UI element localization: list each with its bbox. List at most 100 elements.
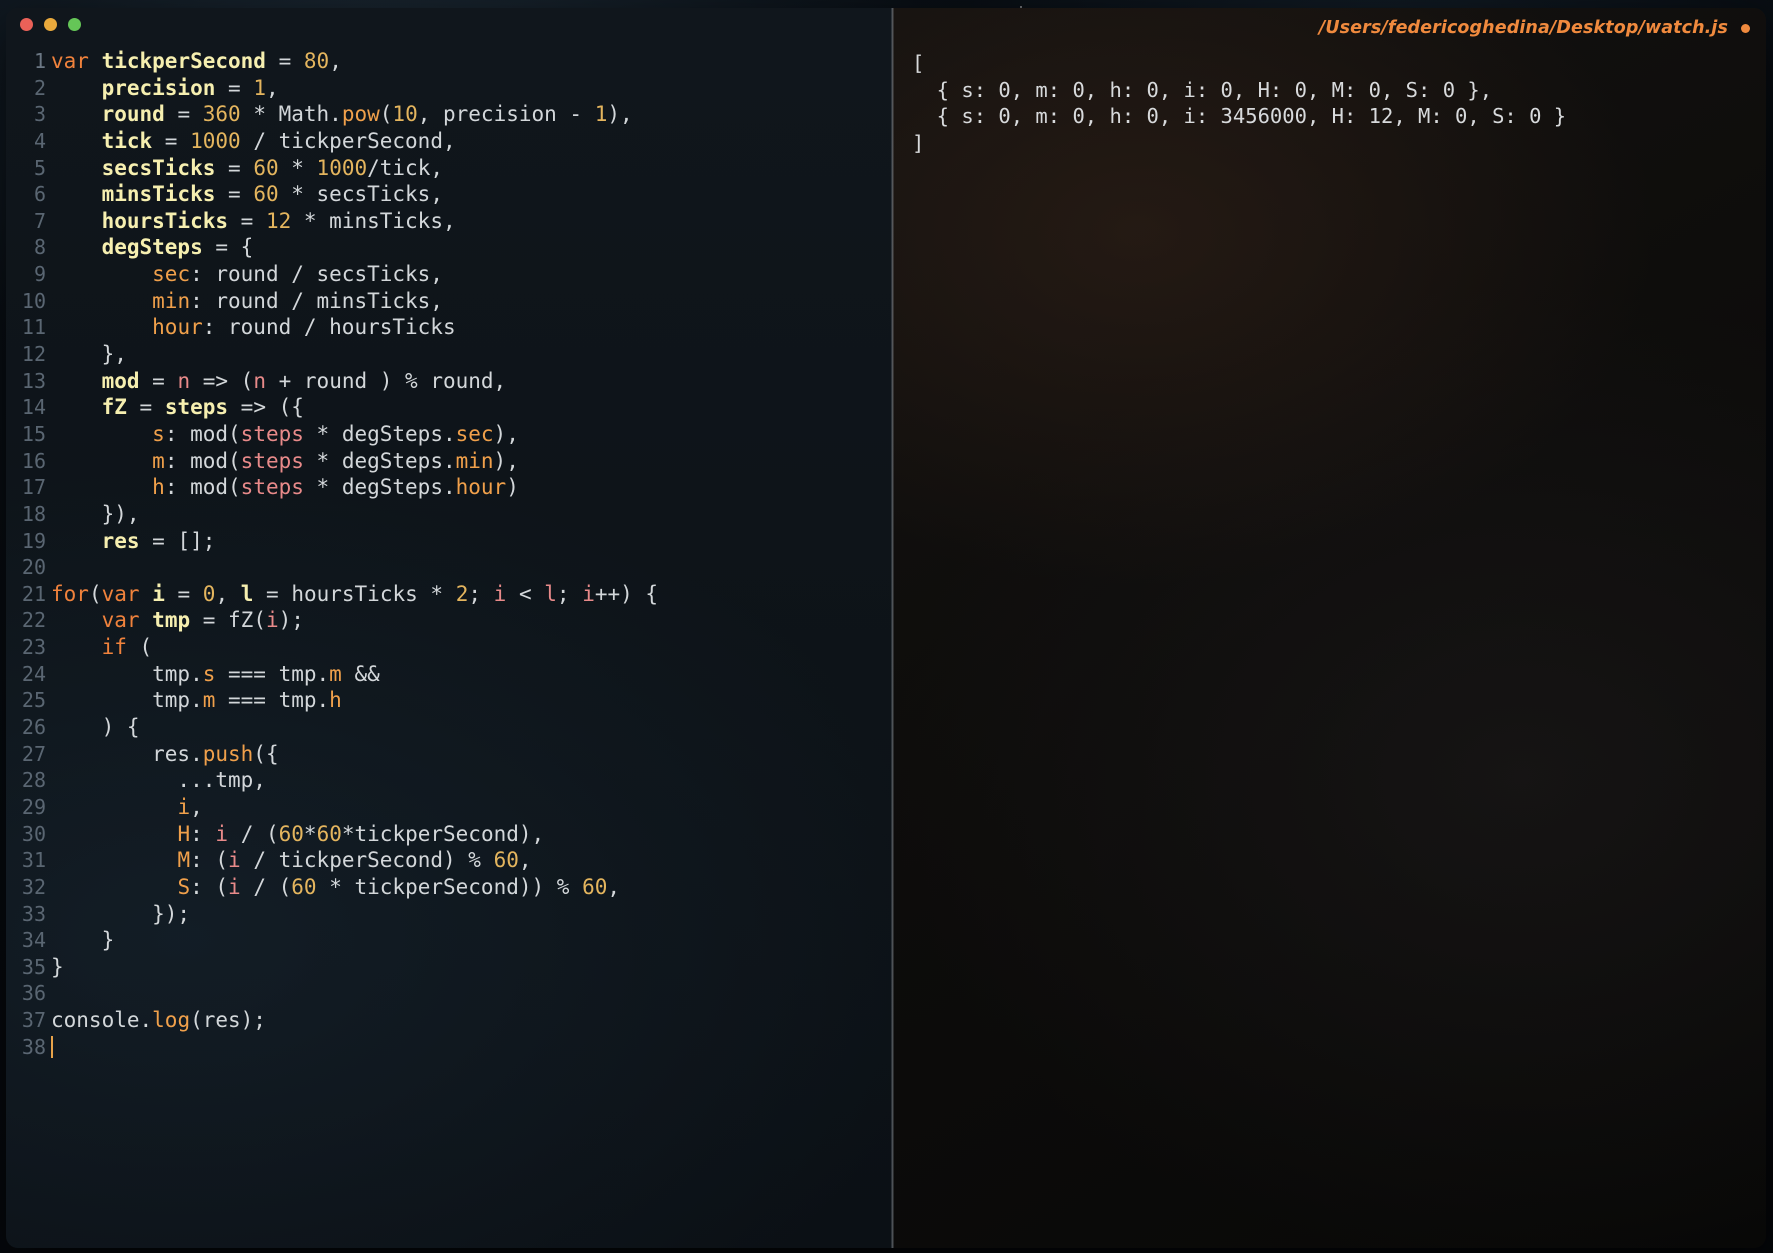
code-token: 12 [265, 208, 292, 233]
code-line-text: tmp.s === tmp.m && [46, 661, 892, 688]
code-token: i [228, 874, 241, 899]
code-line[interactable]: 21 for(var i = 0, l = hoursTicks * 2; i <… [6, 581, 892, 608]
code-line[interactable]: 12 }, [6, 341, 892, 368]
code-line[interactable]: 37 console.log(res); [6, 1007, 892, 1034]
code-line[interactable]: 38 [6, 1034, 892, 1061]
code-token: ); [278, 608, 304, 633]
code-line-text: precision = 1, [46, 75, 892, 102]
code-line[interactable]: 27 res.push({ [6, 741, 892, 768]
code-token: : mod( [164, 475, 241, 500]
code-line[interactable]: 6 minsTicks = 60 * secsTicks, [6, 181, 892, 208]
code-line-text: hour: round / hoursTicks [46, 314, 892, 341]
code-token: 360 [202, 102, 241, 127]
line-number: 38 [21, 1034, 46, 1059]
zoom-button[interactable] [68, 18, 81, 31]
code-line-text: console.log(res); [46, 1007, 892, 1034]
code-line-text: res.push({ [46, 741, 892, 768]
code-token: * tickperSecond)) % [316, 874, 583, 899]
code-line[interactable]: 30 H: i / (60*60*tickperSecond), [6, 821, 892, 848]
close-button[interactable] [20, 18, 33, 31]
code-line[interactable]: 28 ...tmp, [6, 767, 892, 794]
unsaved-changes-dot[interactable] [1741, 23, 1750, 33]
code-line[interactable]: 16 m: mod(steps * degSteps.min), [6, 448, 892, 475]
code-token: === tmp. [215, 688, 330, 713]
code-line[interactable]: 7 hoursTicks = 12 * minsTicks, [6, 208, 892, 235]
code-token: degSteps [101, 235, 203, 260]
line-number: 26 [21, 715, 46, 740]
code-line[interactable]: 24 tmp.s === tmp.m && [6, 661, 892, 688]
code-token: ) [506, 475, 519, 500]
pane-divider[interactable] [891, 8, 894, 1248]
code-line[interactable]: 33 }); [6, 901, 892, 928]
line-number: 12 [21, 342, 46, 367]
line-number: 17 [21, 475, 46, 500]
code-line-text: }); [46, 901, 892, 928]
code-token: } [51, 928, 115, 953]
code-token: 10 [392, 102, 418, 127]
code-token: if [101, 635, 127, 660]
minimize-button[interactable] [44, 18, 57, 31]
code-token: 1 [253, 75, 266, 100]
code-line[interactable]: 10 min: round / minsTicks, [6, 288, 892, 315]
code-line[interactable]: 23 if ( [6, 634, 892, 661]
code-token: }), [51, 501, 140, 526]
code-line[interactable]: 35} [6, 954, 892, 981]
code-line-text: tick = 1000 / tickperSecond, [46, 128, 892, 155]
code-line-text: fZ = steps => ({ [46, 394, 892, 421]
console-output-pane[interactable]: /Users/federicoghedina/Desktop/watch.js … [892, 8, 1766, 1248]
code-line[interactable]: 20 [6, 554, 892, 581]
line-number: 9 [33, 262, 46, 287]
line-number: 8 [33, 235, 46, 260]
code-line[interactable]: 29 i, [6, 794, 892, 821]
code-text-area[interactable]: 1 var tickperSecond = 80, 2 precision = 1,… [6, 48, 892, 1248]
code-line[interactable]: 9 sec: round / secsTicks, [6, 261, 892, 288]
line-number: 23 [21, 635, 46, 660]
code-token: i [265, 608, 279, 633]
code-line[interactable]: 2 precision = 1, [6, 75, 892, 102]
code-line[interactable]: 17 h: mod(steps * degSteps.hour) [6, 474, 892, 501]
code-line[interactable]: 36 [6, 980, 892, 1007]
code-line[interactable]: 22 var tmp = fZ(i); [6, 607, 892, 634]
code-token: 60 [253, 155, 279, 180]
code-line[interactable]: 18 }), [6, 501, 892, 528]
code-token: = [215, 75, 254, 100]
code-line[interactable]: 26 ) { [6, 714, 892, 741]
code-line-text: ...tmp, [46, 767, 892, 794]
code-line[interactable]: 32 S: (i / (60 * tickperSecond)) % 60, [6, 874, 892, 901]
line-number: 4 [33, 128, 46, 153]
code-line-text: degSteps = { [46, 234, 892, 261]
code-token: steps [164, 395, 229, 420]
code-line[interactable]: 13 mod = n => (n + round ) % round, [6, 368, 892, 395]
code-line[interactable]: 34 } [6, 927, 892, 954]
code-line[interactable]: 3 round = 360 * Math.pow(10, precision -… [6, 101, 892, 128]
code-line[interactable]: 25 tmp.m === tmp.h [6, 687, 892, 714]
code-line[interactable]: 8 degSteps = { [6, 234, 892, 261]
code-token: ({ [253, 741, 279, 766]
code-token: tick [101, 128, 153, 153]
code-line[interactable]: 31 M: (i / tickperSecond) % 60, [6, 847, 892, 874]
code-line[interactable]: 11 hour: round / hoursTicks [6, 314, 892, 341]
code-line[interactable]: 15 s: mod(steps * degSteps.sec), [6, 421, 892, 448]
line-number: 10 [21, 288, 46, 313]
code-token: : ( [190, 874, 229, 899]
line-number: 21 [21, 581, 46, 606]
code-editor-pane[interactable]: 1 var tickperSecond = 80, 2 precision = 1,… [6, 8, 892, 1248]
code-line[interactable]: 5 secsTicks = 60 * 1000/tick, [6, 155, 892, 182]
code-line-text: h: mod(steps * degSteps.hour) [46, 474, 892, 501]
code-line-text: hoursTicks = 12 * minsTicks, [46, 208, 892, 235]
code-token: = [164, 581, 203, 606]
code-line-text: ) { [46, 714, 892, 741]
code-token: < [506, 581, 545, 606]
line-number: 37 [21, 1008, 46, 1033]
code-line[interactable]: 14 fZ = steps => ({ [6, 394, 892, 421]
code-line[interactable]: 4 tick = 1000 / tickperSecond, [6, 128, 892, 155]
line-number: 13 [21, 368, 46, 393]
code-line[interactable]: 19 res = []; [6, 528, 892, 555]
code-token: *tickperSecond), [341, 821, 545, 846]
code-line[interactable]: 1 var tickperSecond = 80, [6, 48, 892, 75]
